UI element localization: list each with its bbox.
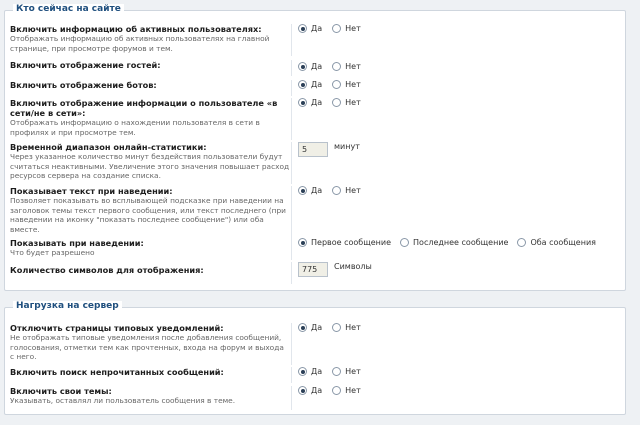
setting-row-hover-show: Показывать при наведении: Что будет разр… bbox=[10, 238, 620, 260]
radio-yes-label: Да bbox=[311, 80, 323, 89]
radio-both-messages-option[interactable]: Оба сообщения bbox=[517, 238, 596, 247]
radio-no[interactable] bbox=[332, 186, 342, 195]
radio-yes-label: Да bbox=[311, 98, 323, 107]
radio-no-label: Нет bbox=[345, 98, 361, 107]
setting-description: Не отображать типовые уведомления после … bbox=[10, 333, 284, 362]
radio-no[interactable] bbox=[332, 323, 342, 332]
setting-title: Включить отображение информации о пользо… bbox=[10, 98, 278, 118]
radio-no-label: Нет bbox=[345, 80, 361, 89]
radio-yes-option[interactable]: Да bbox=[298, 323, 322, 332]
radio-yes-label: Да bbox=[311, 323, 323, 332]
radio-first-message-label: Первое сообщение bbox=[311, 238, 392, 247]
radio-yes-option[interactable]: Да bbox=[298, 386, 322, 395]
radio-no-label: Нет bbox=[345, 186, 361, 195]
setting-description: Через указанное количество минут бездейс… bbox=[10, 152, 290, 181]
radio-no-option[interactable]: Нет bbox=[332, 62, 361, 71]
radio-yes-label: Да bbox=[311, 24, 323, 33]
setting-description: Отображать информацию об активных пользо… bbox=[10, 34, 270, 53]
radio-last-message-label: Последнее сообщение bbox=[413, 238, 509, 247]
radio-no-label: Нет bbox=[345, 323, 361, 332]
radio-no[interactable] bbox=[332, 386, 342, 395]
radio-no-option[interactable]: Нет bbox=[332, 186, 361, 195]
who-is-online-fieldset: Кто сейчас на сайте Включить информацию … bbox=[4, 4, 626, 291]
radio-yes[interactable] bbox=[298, 24, 307, 33]
online-timeout-input[interactable] bbox=[298, 142, 328, 157]
radio-no-option[interactable]: Нет bbox=[332, 24, 361, 33]
radio-no-label: Нет bbox=[345, 62, 361, 71]
setting-title: Показывает текст при наведении: bbox=[10, 186, 173, 196]
setting-row-show-guests: Включить отображение гостей: Да Нет bbox=[10, 60, 620, 76]
radio-no-label: Нет bbox=[345, 386, 361, 395]
radio-no-label: Нет bbox=[345, 24, 361, 33]
setting-row-online-status: Включить отображение информации о пользо… bbox=[10, 98, 620, 140]
radio-yes[interactable] bbox=[298, 386, 307, 395]
who-is-online-legend: Кто сейчас на сайте bbox=[13, 4, 124, 14]
radio-yes-label: Да bbox=[311, 367, 323, 376]
setting-title: Временной диапазон онлайн-статистики: bbox=[10, 142, 207, 152]
radio-both-messages[interactable] bbox=[517, 238, 527, 247]
radio-yes-option[interactable]: Да bbox=[298, 80, 322, 89]
setting-description: Позволяет показывать во всплывающей подс… bbox=[10, 196, 286, 234]
setting-row-own-topics: Включить свои темы: Указывать, оставлял … bbox=[10, 386, 620, 410]
radio-no[interactable] bbox=[332, 80, 342, 89]
setting-row-online-timeout: Временной диапазон онлайн-статистики: Че… bbox=[10, 142, 620, 184]
setting-row-disable-notices: Отключить страницы типовых уведомлений: … bbox=[10, 323, 620, 365]
radio-no[interactable] bbox=[332, 24, 342, 33]
setting-row-unread-search: Включить поиск непрочитанных сообщений: … bbox=[10, 367, 620, 383]
radio-both-messages-label: Оба сообщения bbox=[530, 238, 596, 247]
radio-yes[interactable] bbox=[298, 186, 307, 195]
minutes-suffix: минут bbox=[334, 142, 360, 151]
radio-yes-label: Да bbox=[311, 186, 323, 195]
setting-title: Показывать при наведении: bbox=[10, 238, 144, 248]
radio-yes[interactable] bbox=[298, 98, 307, 107]
radio-last-message[interactable] bbox=[400, 238, 410, 247]
radio-yes-option[interactable]: Да bbox=[298, 62, 322, 71]
radio-yes-option[interactable]: Да bbox=[298, 98, 322, 107]
server-load-legend: Нагрузка на сервер bbox=[13, 301, 122, 311]
setting-title: Количество символов для отображения: bbox=[10, 265, 204, 275]
setting-title: Включить отображение гостей: bbox=[10, 60, 161, 70]
radio-no-option[interactable]: Нет bbox=[332, 80, 361, 89]
radio-yes[interactable] bbox=[298, 80, 307, 89]
server-load-fieldset: Нагрузка на сервер Отключить страницы ти… bbox=[4, 301, 626, 415]
radio-no[interactable] bbox=[332, 367, 342, 376]
radio-no-option[interactable]: Нет bbox=[332, 386, 361, 395]
setting-title: Включить свои темы: bbox=[10, 386, 112, 396]
radio-yes[interactable] bbox=[298, 323, 307, 332]
radio-yes[interactable] bbox=[298, 62, 307, 71]
setting-title: Включить информацию об активных пользова… bbox=[10, 24, 262, 34]
char-count-input[interactable] bbox=[298, 262, 328, 277]
setting-row-show-bots: Включить отображение ботов: Да Нет bbox=[10, 80, 620, 96]
radio-no-option[interactable]: Нет bbox=[332, 367, 361, 376]
radio-yes-option[interactable]: Да bbox=[298, 24, 322, 33]
radio-yes-label: Да bbox=[311, 62, 323, 71]
radio-no-label: Нет bbox=[345, 367, 361, 376]
radio-no-option[interactable]: Нет bbox=[332, 323, 361, 332]
setting-row-char-count: Количество символов для отображения: Сим… bbox=[10, 262, 620, 284]
radio-first-message-option[interactable]: Первое сообщение bbox=[298, 238, 391, 247]
radio-yes-option[interactable]: Да bbox=[298, 367, 322, 376]
radio-no[interactable] bbox=[332, 98, 342, 107]
setting-description: Что будет разрешено bbox=[10, 248, 95, 257]
setting-description: Указывать, оставлял ли пользователь сооб… bbox=[10, 396, 236, 405]
setting-title: Отключить страницы типовых уведомлений: bbox=[10, 323, 224, 333]
chars-suffix: Символы bbox=[334, 262, 372, 271]
radio-no[interactable] bbox=[332, 62, 342, 71]
radio-first-message[interactable] bbox=[298, 238, 307, 247]
radio-yes[interactable] bbox=[298, 367, 307, 376]
setting-row-active-users: Включить информацию об активных пользова… bbox=[10, 24, 620, 56]
radio-last-message-option[interactable]: Последнее сообщение bbox=[400, 238, 508, 247]
setting-title: Включить отображение ботов: bbox=[10, 80, 157, 90]
radio-yes-label: Да bbox=[311, 386, 323, 395]
setting-row-hover-text: Показывает текст при наведении: Позволяе… bbox=[10, 186, 620, 238]
setting-title: Включить поиск непрочитанных сообщений: bbox=[10, 367, 224, 377]
setting-description: Отображать информацию о нахождении польз… bbox=[10, 118, 260, 137]
radio-no-option[interactable]: Нет bbox=[332, 98, 361, 107]
radio-yes-option[interactable]: Да bbox=[298, 186, 322, 195]
